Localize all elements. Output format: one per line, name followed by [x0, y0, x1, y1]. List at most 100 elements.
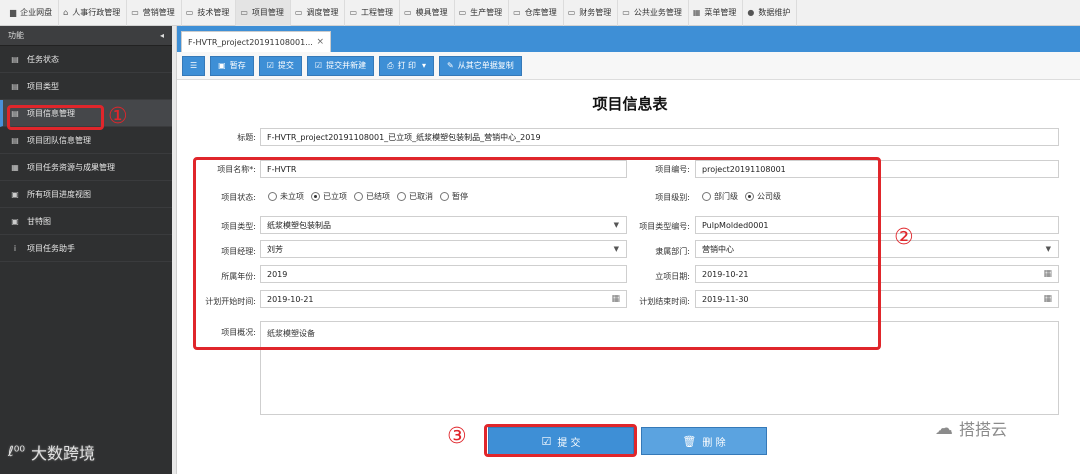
- sidebar-splitter[interactable]: [172, 26, 177, 474]
- chevron-down-icon: ▾: [422, 61, 427, 70]
- nav-item-14[interactable]: ● 数据维护: [743, 0, 798, 26]
- page-title: 项目信息表: [592, 95, 668, 113]
- sidebar-item-label: 甘特图: [27, 216, 51, 226]
- nav-item-label: 企业网盘: [20, 8, 53, 17]
- tab-label: F-HVTR_project20191108001...: [188, 37, 313, 47]
- calendar-icon[interactable]: ▦: [1043, 294, 1052, 304]
- delete-button[interactable]: 🗑 删 除: [641, 427, 767, 455]
- info-icon: i: [13, 243, 17, 253]
- nav-item-label: 技术管理: [197, 8, 230, 17]
- annotation-number-2: ②: [894, 225, 914, 250]
- dropdown-caret-icon: ▼: [1045, 245, 1051, 253]
- tab-bar: F-HVTR_project20191108001... ×: [177, 26, 1080, 52]
- copy-icon: ✎: [447, 61, 454, 70]
- submit-new-button[interactable]: ☑ 提交并新建: [306, 55, 375, 76]
- subject-value: F-HVTR_project20191108001_已立项_纸浆模塑包装制品_营…: [267, 132, 541, 142]
- sidebar-item-label: 项目任务资源与成果管理: [27, 162, 115, 172]
- user-icon: ●: [747, 8, 755, 17]
- trash-icon: 🗑: [682, 434, 697, 448]
- list-button[interactable]: ☰: [182, 55, 206, 76]
- sidebar-item-1[interactable]: ▤ 任务状态: [0, 46, 172, 73]
- sidebar-item-label: 任务状态: [27, 54, 59, 64]
- check-icon: ☑: [266, 61, 274, 70]
- nav-item-11[interactable]: ▭ 财务管理: [564, 0, 619, 26]
- sidebar-item-label: 项目任务助手: [27, 243, 75, 253]
- sidebar-title: 功能: [8, 31, 24, 40]
- nav-item-label: 菜单管理: [704, 8, 737, 17]
- nav-item-label: 数据维护: [758, 8, 791, 17]
- document-icon: ▣: [11, 189, 19, 199]
- collapse-icon[interactable]: ◂: [160, 31, 164, 40]
- nav-item-4[interactable]: ▭ 技术管理: [182, 0, 237, 26]
- nav-item-label: 模具管理: [415, 8, 448, 17]
- nav-item-13[interactable]: ▦ 菜单管理: [689, 0, 744, 26]
- nav-item-label: 调度管理: [306, 8, 339, 17]
- calendar-icon[interactable]: ▦: [1043, 269, 1052, 279]
- folder-icon: ▭: [349, 8, 358, 17]
- nav-item-7[interactable]: ▭ 工程管理: [345, 0, 401, 26]
- tab-project-document[interactable]: F-HVTR_project20191108001... ×: [181, 31, 331, 52]
- save-draft-label: 暂存: [229, 61, 246, 70]
- print-button[interactable]: ⎙ 打 印 ▾: [379, 55, 435, 76]
- folder-icon: ▭: [622, 8, 630, 17]
- nav-item-label: 财务管理: [579, 8, 612, 17]
- watermark-right: ☁ 搭搭云: [935, 416, 1007, 440]
- folder-icon: ▭: [513, 8, 521, 17]
- subject-field[interactable]: F-HVTR_project20191108001_已立项_纸浆模塑包装制品_营…: [260, 128, 1059, 146]
- submit-button[interactable]: ☑ 提交: [258, 55, 302, 76]
- sidebar-item-5[interactable]: ▦ 项目任务资源与成果管理: [0, 154, 172, 181]
- folder-icon: ▭: [240, 8, 248, 17]
- nav-item-9[interactable]: ▭ 生产管理: [455, 0, 510, 26]
- nav-item-label: 营销管理: [142, 8, 175, 17]
- nav-item-5[interactable]: ▭ 项目管理: [236, 0, 291, 26]
- folder-icon: ▭: [131, 8, 139, 17]
- document-icon: ▤: [11, 81, 19, 91]
- document-icon: ▦: [11, 162, 19, 172]
- sidebar-item-4[interactable]: ▤ 项目团队信息管理: [0, 127, 172, 154]
- sidebar-item-6[interactable]: ▣ 所有项目进度视图: [0, 181, 172, 208]
- sidebar-item-label: 所有项目进度视图: [27, 189, 91, 199]
- nav-item-6[interactable]: ▭ 调度管理: [291, 0, 346, 26]
- sidebar-item-2[interactable]: ▤ 项目类型: [0, 73, 172, 100]
- nav-item-3[interactable]: ▭ 营销管理: [127, 0, 182, 26]
- folder-icon: ▭: [458, 8, 467, 17]
- save-icon: ▣: [218, 61, 226, 70]
- nav-item-10[interactable]: ▭ 仓库管理: [509, 0, 564, 26]
- building-icon: ⌂: [63, 8, 69, 17]
- nav-item-label: 项目管理: [251, 8, 284, 17]
- print-label: 打 印: [397, 61, 417, 70]
- nav-item-label: 生产管理: [470, 8, 503, 17]
- folder-icon: ▭: [404, 8, 412, 17]
- list-icon: ☰: [190, 61, 198, 70]
- annotation-number-3: ③: [447, 424, 467, 449]
- check-icon: ☑: [314, 61, 323, 70]
- watermark-right-text: 搭搭云: [959, 420, 1008, 439]
- nav-item-8[interactable]: ▭ 模具管理: [400, 0, 455, 26]
- folder-icon: ▭: [185, 8, 194, 17]
- top-navigation: ▆ 企业网盘 ⌂ 人事行政管理 ▭ 营销管理 ▭ 技术管理 ▭ 项目管理 ▭ 调度管理 ▭ 工程管理 ▭ 模具…: [0, 0, 1080, 26]
- wechat-icon: ☁: [935, 417, 953, 439]
- nav-item-12[interactable]: ▭ 公共业务管理: [618, 0, 689, 26]
- copy-from-button[interactable]: ✎ 从其它单据复制: [439, 55, 522, 76]
- document-icon: ▣: [11, 216, 19, 226]
- subject-label: 标题:: [237, 133, 256, 142]
- sidebar-header: 功能 ◂: [0, 26, 172, 46]
- annotation-box-3: [484, 424, 637, 457]
- submit-new-label: 提交并新建: [326, 61, 367, 70]
- submit-label: 提交: [277, 61, 294, 70]
- watermark-left: ℓ⁰⁰ 大数跨境: [8, 440, 95, 464]
- watermark-left-text: 大数跨境: [31, 444, 96, 463]
- close-icon[interactable]: ×: [316, 37, 324, 47]
- annotation-box-2: [193, 157, 881, 350]
- document-icon: ▤: [11, 135, 19, 145]
- sidebar-item-8[interactable]: i 项目任务助手: [0, 235, 172, 262]
- sidebar: 功能 ◂ ▤ 任务状态 ▤ 项目类型 ▤ 项目信息管理 ▤ 项目团队信息管理 ▦ 项目任务资源与成…: [0, 26, 172, 474]
- sidebar-menu: ▤ 任务状态 ▤ 项目类型 ▤ 项目信息管理 ▤ 项目团队信息管理 ▦ 项目任务资源与成果管理 ▣ 所…: [0, 46, 172, 262]
- sidebar-item-7[interactable]: ▣ 甘特图: [0, 208, 172, 235]
- save-draft-button[interactable]: ▣ 暂存: [210, 55, 254, 76]
- nav-item-label: 工程管理: [361, 8, 394, 17]
- folder-icon: ▆: [10, 8, 17, 17]
- document-icon: ▤: [11, 54, 19, 64]
- nav-item-1[interactable]: ▆ 企业网盘: [6, 0, 60, 26]
- nav-item-2[interactable]: ⌂ 人事行政管理: [59, 0, 128, 26]
